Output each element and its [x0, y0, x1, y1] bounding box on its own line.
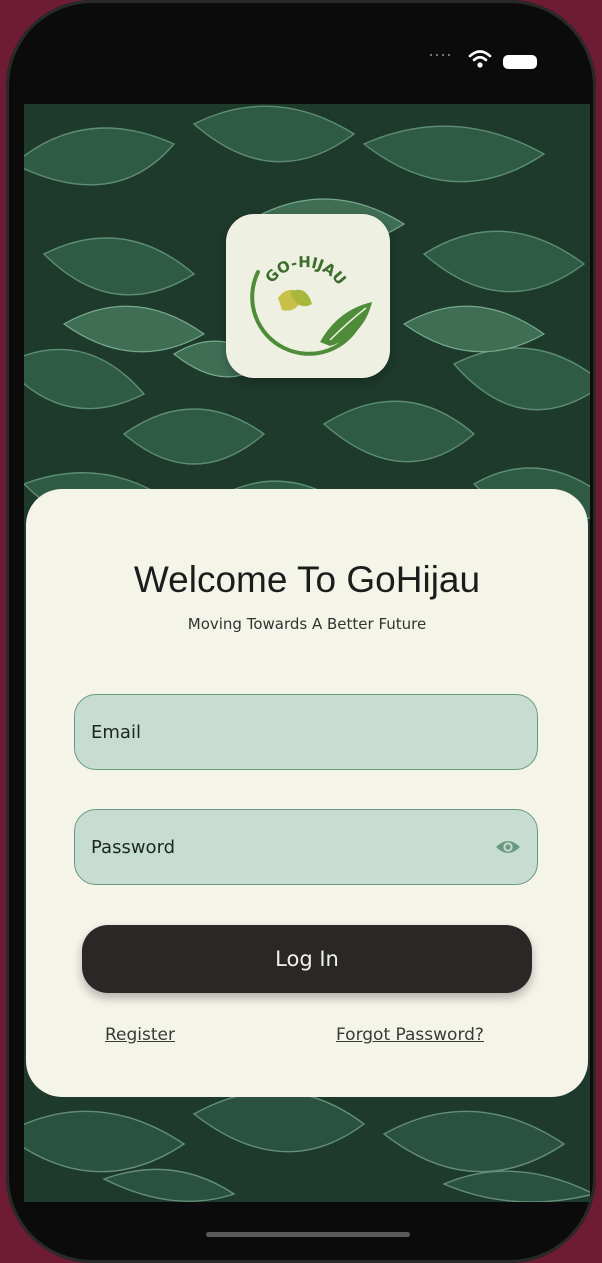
forgot-password-link[interactable]: Forgot Password?	[336, 1025, 484, 1045]
eye-icon[interactable]	[495, 837, 521, 857]
app-logo: GO-HIJAU	[226, 214, 390, 378]
logo-text: GO-HIJAU	[262, 253, 350, 288]
gohijau-logo-icon: GO-HIJAU	[250, 253, 372, 356]
email-field-container	[74, 694, 538, 770]
svg-text:GO-HIJAU: GO-HIJAU	[262, 253, 350, 288]
status-bar	[6, 0, 602, 104]
login-card: Welcome To GoHijau Moving Towards A Bett…	[26, 489, 588, 1097]
welcome-subtitle: Moving Towards A Better Future	[187, 615, 427, 633]
battery-icon	[503, 55, 537, 69]
password-field[interactable]	[75, 810, 537, 884]
login-button[interactable]: Log In	[82, 925, 532, 993]
welcome-title: Welcome To GoHijau	[133, 559, 481, 600]
register-link[interactable]: Register	[105, 1025, 175, 1045]
home-indicator	[206, 1232, 410, 1237]
email-field[interactable]	[75, 695, 537, 769]
wifi-icon	[468, 50, 492, 68]
signal-dots-icon	[428, 52, 458, 58]
password-field-container	[74, 809, 538, 885]
